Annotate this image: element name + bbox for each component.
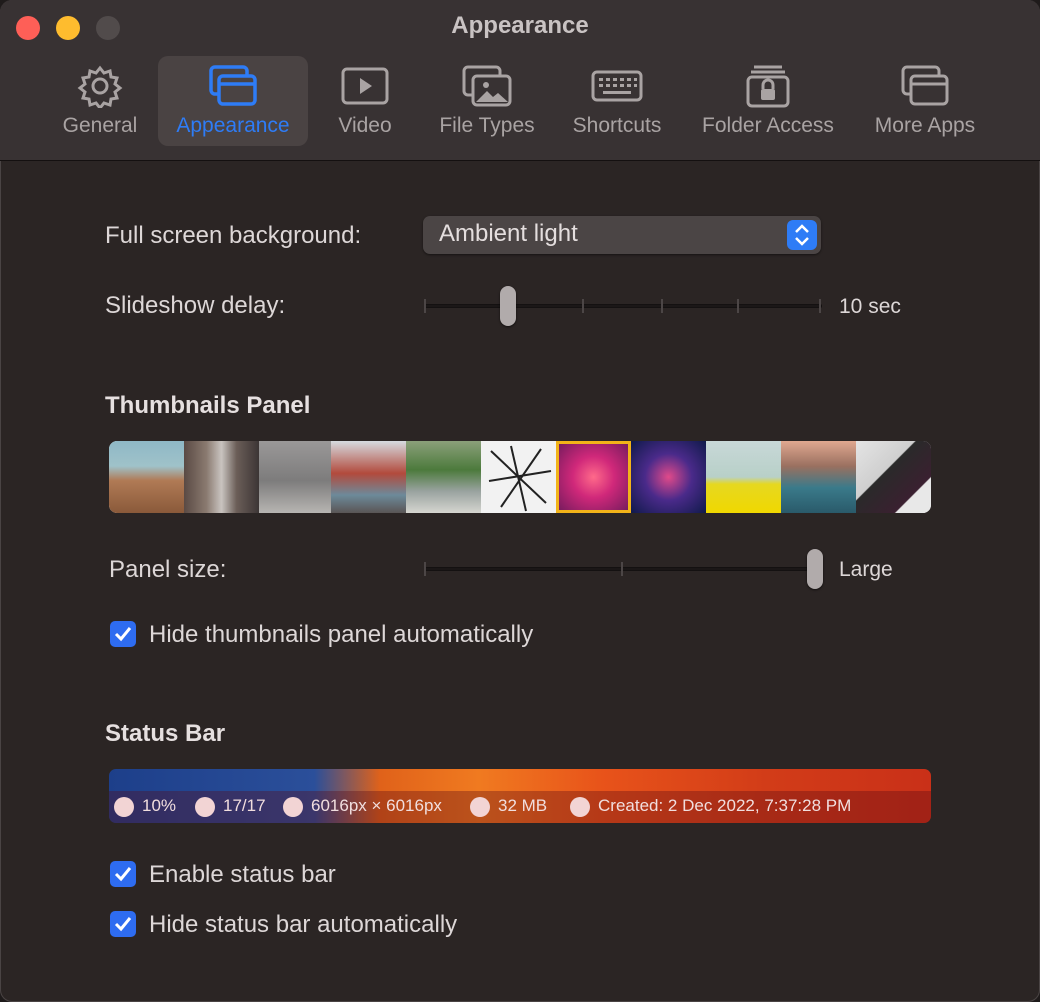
folder-icon (195, 797, 215, 817)
thumbnail-image-selected (556, 441, 631, 513)
tab-general[interactable]: General (50, 56, 150, 146)
tab-label: Folder Access (702, 114, 834, 137)
slider-track (424, 567, 822, 571)
thumbnail-image (109, 441, 184, 513)
tab-label: General (62, 114, 138, 137)
slider-knob[interactable] (500, 286, 516, 326)
status-item-text: Created: 2 Dec 2022, 7:37:28 PM (598, 796, 852, 815)
tab-more-apps[interactable]: More Apps (862, 56, 988, 146)
status-bar-section-title: Status Bar (105, 720, 226, 747)
slider-tick (582, 299, 584, 313)
tab-label: Shortcuts (572, 114, 662, 137)
tab-label: Appearance (176, 114, 290, 137)
hide-thumbnails-label[interactable]: Hide thumbnails panel automatically (149, 621, 533, 649)
checkmark-icon (114, 627, 132, 642)
status-item-text: 10% (142, 796, 177, 815)
status-item-text: 17/17 (223, 796, 266, 815)
tab-folder-access[interactable]: Folder Access (688, 56, 848, 146)
thumbnail-image (706, 441, 781, 513)
slider-track (424, 304, 822, 308)
tab-file-types[interactable]: File Types (424, 56, 550, 146)
tab-label: More Apps (874, 114, 976, 137)
thumbnail-image (406, 441, 481, 513)
slider-tick (661, 299, 663, 313)
background-label: Full screen background: (105, 222, 362, 249)
panel-size-value: Large (839, 558, 893, 581)
slider-tick (424, 562, 426, 576)
zoom-icon (114, 797, 134, 817)
photos-icon (462, 65, 512, 107)
slider-tick (737, 299, 739, 313)
slideshow-label: Slideshow delay: (105, 292, 286, 319)
tab-appearance[interactable]: Appearance (158, 56, 308, 146)
apps-icon (901, 65, 949, 106)
thumbnail-image (856, 441, 931, 513)
tab-label: Video (338, 114, 392, 137)
thumbnail-image (259, 441, 331, 513)
panel-size-label: Panel size: (109, 556, 227, 583)
windows-icon (209, 65, 257, 106)
background-popup[interactable]: Ambient light (423, 216, 821, 254)
enable-status-bar-label[interactable]: Enable status bar (149, 861, 336, 889)
dimensions-icon (283, 797, 303, 817)
status-item-text: 6016px × 6016px (311, 796, 442, 815)
thumbnail-image (184, 441, 259, 513)
thumbnails-section-title: Thumbnails Panel (105, 392, 311, 419)
background-value: Ambient light (439, 220, 578, 247)
slider-knob[interactable] (807, 549, 823, 589)
enable-status-bar-checkbox[interactable] (110, 861, 136, 887)
slider-tick (819, 299, 821, 313)
hide-status-bar-label[interactable]: Hide status bar automatically (149, 911, 457, 939)
chevron-updown-icon (787, 220, 817, 250)
thumbnail-image (781, 441, 856, 513)
checkmark-icon (114, 917, 132, 932)
slider-tick (621, 562, 623, 576)
tab-shortcuts[interactable]: Shortcuts (560, 56, 674, 146)
play-icon (341, 67, 389, 105)
toolbar: Appearance General Appearance Video File… (0, 0, 1040, 161)
preferences-window: Appearance General Appearance Video File… (0, 0, 1040, 1002)
thumbnail-image (331, 441, 406, 513)
status-bar-preview: 10% 17/17 6016px × 6016px 32 MB Created:… (109, 769, 931, 823)
thumbnail-image (631, 441, 706, 513)
slideshow-value: 10 sec (839, 295, 901, 318)
tab-video[interactable]: Video (320, 56, 410, 146)
archive-icon (470, 797, 490, 817)
tab-label: File Types (439, 114, 535, 137)
hide-thumbnails-checkbox[interactable] (110, 621, 136, 647)
hide-status-bar-checkbox[interactable] (110, 911, 136, 937)
lock-folder-icon (746, 65, 790, 108)
slider-tick (424, 299, 426, 313)
gear-icon (77, 65, 123, 108)
calendar-icon (570, 797, 590, 817)
thumbnail-image (481, 441, 556, 513)
checkmark-icon (114, 867, 132, 882)
status-item-text: 32 MB (498, 796, 548, 815)
window-title: Appearance (451, 12, 589, 39)
thumbnails-preview (109, 441, 931, 513)
keyboard-icon (591, 70, 643, 102)
